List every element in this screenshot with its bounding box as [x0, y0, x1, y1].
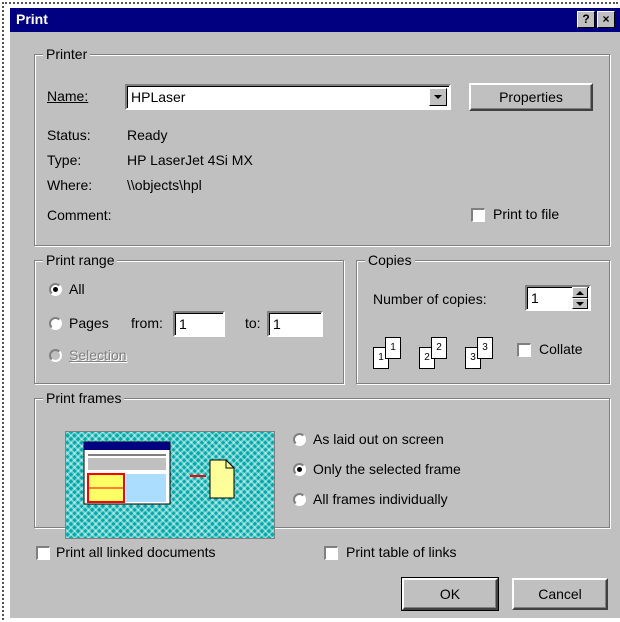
title-bar[interactable]: Print ? × [10, 8, 620, 32]
copies-input[interactable]: 1 [525, 285, 591, 311]
type-label: Type: [47, 152, 82, 168]
frames-option-radio[interactable] [293, 433, 306, 446]
from-value: 1 [179, 316, 187, 332]
range-all-label[interactable]: All [69, 281, 85, 297]
copies-value: 1 [531, 290, 539, 306]
close-button[interactable]: × [597, 11, 615, 28]
cancel-button[interactable]: Cancel [512, 578, 608, 610]
print-table-of-links-checkbox[interactable] [324, 546, 338, 560]
range-pages-radio[interactable] [49, 317, 62, 330]
ok-button[interactable]: OK [401, 577, 499, 611]
print-to-file-checkbox[interactable] [471, 208, 485, 222]
frames-option-label[interactable]: All frames individually [313, 491, 448, 507]
collate-page-icon: 3 [477, 337, 493, 359]
frames-option-radio[interactable] [293, 493, 306, 506]
range-all-radio[interactable] [49, 283, 62, 296]
spin-down-icon[interactable] [572, 298, 588, 309]
dialog-title: Print [16, 11, 48, 27]
name-label: Name: [47, 88, 89, 104]
printer-group: Printer Name: HPLaser Properties Status:… [34, 46, 610, 246]
print-frames-group-label: Print frames [43, 390, 125, 406]
collate-label[interactable]: Collate [539, 341, 583, 357]
from-label: from: [131, 315, 163, 331]
from-input[interactable]: 1 [173, 311, 225, 337]
print-to-file-label[interactable]: Print to file [493, 206, 559, 222]
printer-name-dropdown[interactable]: HPLaser [125, 84, 451, 110]
range-pages-label[interactable]: Pages [69, 315, 109, 331]
frames-preview-icon [83, 441, 235, 505]
print-table-of-links-label[interactable]: Print table of links [346, 544, 457, 560]
printer-group-label: Printer [43, 46, 91, 62]
frames-option-radio[interactable] [293, 463, 306, 476]
print-range-group: Print range All Pages from: 1 to: 1 Sele… [34, 252, 344, 384]
to-value: 1 [273, 316, 281, 332]
help-button[interactable]: ? [577, 11, 595, 28]
print-linked-docs-label[interactable]: Print all linked documents [56, 544, 216, 560]
print-dialog: Print ? × Printer Name: HPLaser Properti… [8, 6, 620, 618]
to-label: to: [245, 315, 261, 331]
collate-page-icon: 2 [431, 337, 447, 359]
printer-name-value: HPLaser [131, 89, 186, 105]
chevron-down-icon[interactable] [429, 88, 447, 106]
copies-group-label: Copies [365, 252, 415, 268]
range-selection-label[interactable]: Selection [69, 347, 127, 363]
frames-preview [65, 431, 275, 539]
status-label: Status: [47, 127, 91, 143]
where-label: Where: [47, 177, 93, 193]
copies-group: Copies Number of copies: 1 1 1 2 2 3 3 C… [356, 252, 610, 384]
collate-page-icon: 1 [385, 337, 401, 359]
frames-option-label[interactable]: Only the selected frame [313, 461, 461, 477]
spin-up-icon[interactable] [572, 287, 588, 298]
print-linked-docs-checkbox[interactable] [36, 546, 50, 560]
comment-label: Comment: [47, 207, 112, 223]
frames-option-label[interactable]: As laid out on screen [313, 431, 444, 447]
print-frames-group: Print frames As laid out on screen Only … [34, 390, 610, 539]
status-value: Ready [127, 127, 168, 143]
type-value: HP LaserJet 4Si MX [127, 152, 253, 168]
where-value: \\objects\hpl [127, 177, 202, 193]
range-selection-radio[interactable] [49, 349, 62, 362]
to-input[interactable]: 1 [267, 311, 323, 337]
number-of-copies-label: Number of copies: [373, 291, 487, 307]
properties-button[interactable]: Properties [469, 83, 593, 111]
collate-checkbox[interactable] [517, 343, 531, 357]
print-range-group-label: Print range [43, 252, 118, 268]
